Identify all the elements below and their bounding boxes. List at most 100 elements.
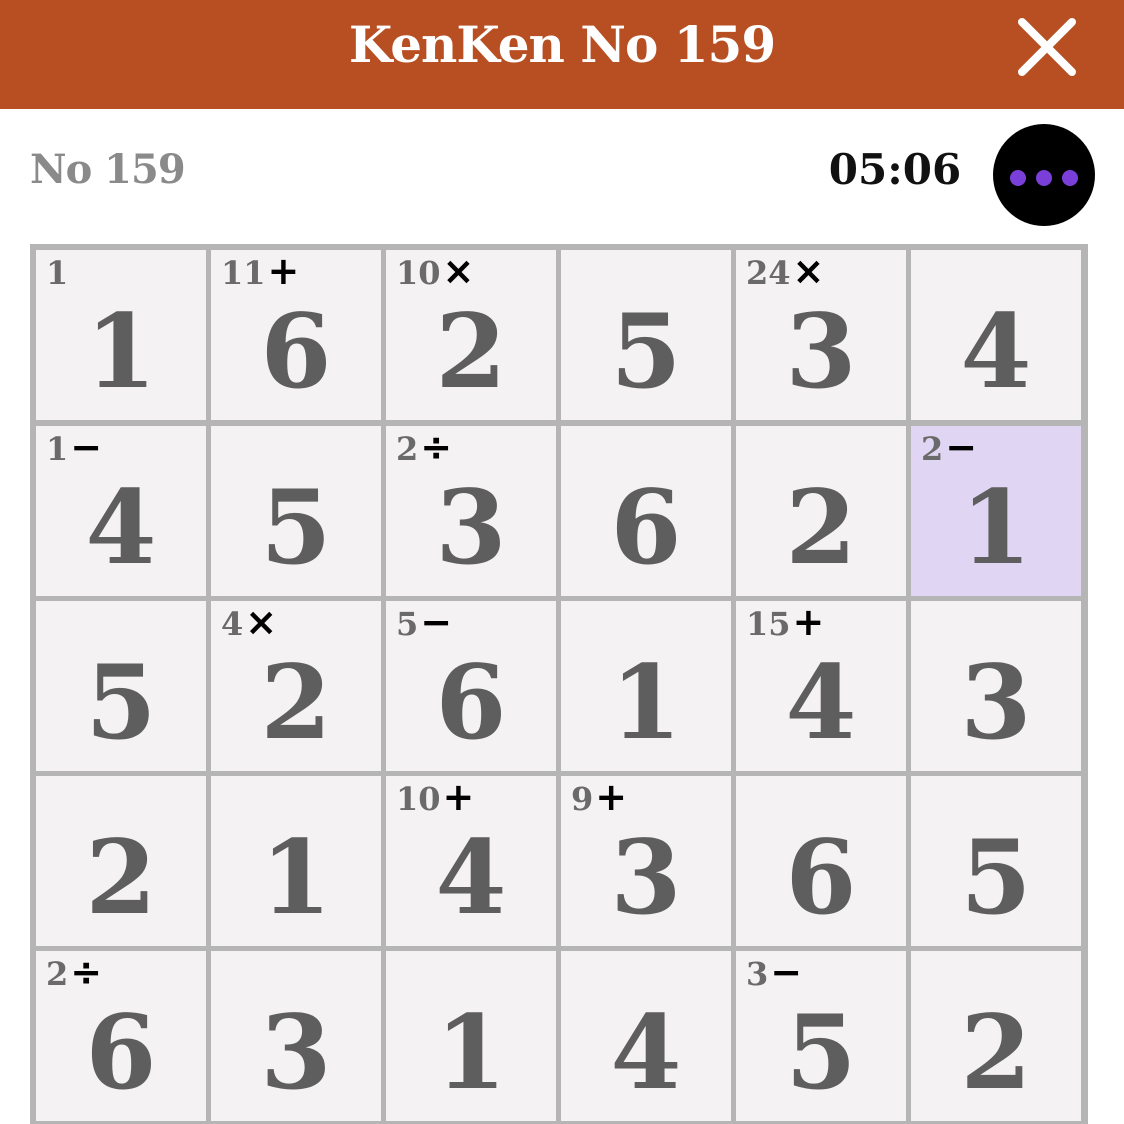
grid-cell-r5-c1[interactable]: 2 ÷ 6 bbox=[36, 951, 206, 1121]
cage-clue: 2 ÷ bbox=[396, 425, 453, 469]
cell-value: 3 bbox=[960, 643, 1032, 763]
cage-clue: 1 bbox=[46, 254, 68, 292]
cage-target: 3 bbox=[746, 955, 769, 993]
more-options-icon bbox=[1062, 170, 1078, 186]
more-options-icon bbox=[1010, 170, 1026, 186]
cage-operator: − bbox=[945, 425, 978, 469]
grid-cell-r1-c2[interactable]: 11 +6 bbox=[211, 250, 381, 420]
cell-value: 6 bbox=[435, 643, 507, 763]
grid-cell-r4-c1[interactable]: 2 bbox=[36, 776, 206, 946]
cage-target: 2 bbox=[46, 955, 69, 993]
cage-clue: 15 + bbox=[746, 603, 824, 643]
cell-value: 6 bbox=[85, 993, 157, 1113]
grid-cell-r2-c4[interactable]: 6 bbox=[561, 426, 731, 596]
grid-cell-r2-c3[interactable]: 2 ÷ 3 bbox=[386, 426, 556, 596]
cage-clue: 1− bbox=[46, 428, 102, 468]
more-options-button[interactable] bbox=[993, 124, 1095, 226]
cage-target: 24 bbox=[746, 254, 791, 292]
grid-cell-r1-c6[interactable]: 4 bbox=[911, 250, 1081, 420]
grid-cell-r5-c4[interactable]: 4 bbox=[561, 951, 731, 1121]
cage-operator: × bbox=[792, 249, 825, 293]
cage-clue: 4 × bbox=[221, 600, 278, 644]
cage-clue: 3− bbox=[746, 950, 803, 994]
cell-value: 4 bbox=[785, 643, 857, 763]
close-button[interactable] bbox=[1010, 10, 1084, 84]
cage-clue: 9 + bbox=[571, 775, 628, 819]
kenken-grid: 1 1 11 +6 10 × 2 5 24 × 3 4 1−4 5 2 ÷ 3 6 2 2−1 5 4 × 2 5−6 1 15 +4… bbox=[30, 244, 1088, 1124]
cell-value: 4 bbox=[85, 468, 157, 588]
cage-operator: × bbox=[245, 600, 278, 644]
cage-target: 2 bbox=[921, 430, 944, 468]
cell-value: 2 bbox=[785, 468, 857, 588]
grid-cell-r1-c1[interactable]: 11 bbox=[36, 250, 206, 420]
grid-cell-r5-c6[interactable]: 2 bbox=[911, 951, 1081, 1121]
grid-cell-r2-c6[interactable]: 2−1 bbox=[911, 426, 1081, 596]
cell-value: 5 bbox=[260, 468, 332, 588]
cage-clue: 24 × bbox=[746, 249, 825, 293]
cage-operator: + bbox=[442, 775, 475, 819]
cell-value: 2 bbox=[85, 818, 157, 938]
cell-value: 6 bbox=[260, 292, 332, 412]
grid-cell-r4-c5[interactable]: 6 bbox=[736, 776, 906, 946]
grid-cell-r3-c6[interactable]: 3 bbox=[911, 601, 1081, 771]
grid-cell-r2-c2[interactable]: 5 bbox=[211, 426, 381, 596]
cage-clue: 2 ÷ bbox=[46, 950, 103, 994]
cage-operator: + bbox=[595, 775, 628, 819]
grid-cell-r1-c5[interactable]: 24 × 3 bbox=[736, 250, 906, 420]
cage-operator: ÷ bbox=[420, 425, 453, 469]
grid-cell-r5-c3[interactable]: 1 bbox=[386, 951, 556, 1121]
grid-cell-r3-c4[interactable]: 1 bbox=[561, 601, 731, 771]
timer: 05:06 bbox=[828, 145, 962, 194]
puzzle-number: No 159 bbox=[30, 146, 186, 193]
cage-operator: − bbox=[770, 950, 803, 994]
cell-value: 1 bbox=[85, 292, 157, 412]
cage-clue: 11 + bbox=[221, 249, 300, 293]
cell-value: 6 bbox=[785, 818, 857, 938]
cage-operator: ÷ bbox=[70, 950, 103, 994]
cell-value: 6 bbox=[610, 468, 682, 588]
more-options-icon bbox=[1036, 170, 1052, 186]
cage-target: 4 bbox=[221, 605, 244, 643]
cell-value: 5 bbox=[785, 993, 857, 1113]
cell-value: 3 bbox=[610, 818, 682, 938]
cage-target: 2 bbox=[396, 430, 419, 468]
cage-target: 10 bbox=[396, 780, 441, 818]
cell-value: 4 bbox=[960, 292, 1032, 412]
cell-value: 1 bbox=[960, 468, 1032, 588]
cell-value: 5 bbox=[610, 292, 682, 412]
cage-target: 15 bbox=[746, 605, 791, 643]
cell-value: 3 bbox=[260, 993, 332, 1113]
grid-cell-r4-c2[interactable]: 1 bbox=[211, 776, 381, 946]
cage-clue: 10 × bbox=[396, 249, 475, 293]
cage-target: 9 bbox=[571, 780, 594, 818]
cage-target: 5 bbox=[396, 605, 419, 643]
grid-cell-r3-c3[interactable]: 5−6 bbox=[386, 601, 556, 771]
grid-cell-r4-c4[interactable]: 9 +3 bbox=[561, 776, 731, 946]
cage-target: 1 bbox=[46, 430, 69, 468]
grid-cell-r3-c5[interactable]: 15 +4 bbox=[736, 601, 906, 771]
grid-cell-r3-c2[interactable]: 4 × 2 bbox=[211, 601, 381, 771]
page-title: KenKen No 159 bbox=[348, 14, 776, 74]
grid-cell-r3-c1[interactable]: 5 bbox=[36, 601, 206, 771]
cage-operator: + bbox=[267, 249, 300, 293]
cell-value: 3 bbox=[435, 468, 507, 588]
cage-clue: 10 + bbox=[396, 775, 475, 819]
grid-cell-r1-c4[interactable]: 5 bbox=[561, 250, 731, 420]
grid-cell-r5-c5[interactable]: 3−5 bbox=[736, 951, 906, 1121]
cell-value: 5 bbox=[960, 818, 1032, 938]
grid-cell-r4-c6[interactable]: 5 bbox=[911, 776, 1081, 946]
cage-operator: × bbox=[442, 249, 475, 293]
cell-value: 1 bbox=[260, 818, 332, 938]
cage-target: 10 bbox=[396, 254, 441, 292]
grid-cell-r2-c5[interactable]: 2 bbox=[736, 426, 906, 596]
cage-clue: 2− bbox=[921, 425, 978, 469]
grid-cell-r5-c2[interactable]: 3 bbox=[211, 951, 381, 1121]
grid-cell-r1-c3[interactable]: 10 × 2 bbox=[386, 250, 556, 420]
close-icon bbox=[1018, 18, 1076, 76]
cell-value: 5 bbox=[85, 643, 157, 763]
cell-value: 3 bbox=[785, 292, 857, 412]
cell-value: 1 bbox=[610, 643, 682, 763]
grid-cell-r4-c3[interactable]: 10 +4 bbox=[386, 776, 556, 946]
grid-cell-r2-c1[interactable]: 1−4 bbox=[36, 426, 206, 596]
cage-clue: 5− bbox=[396, 603, 452, 643]
